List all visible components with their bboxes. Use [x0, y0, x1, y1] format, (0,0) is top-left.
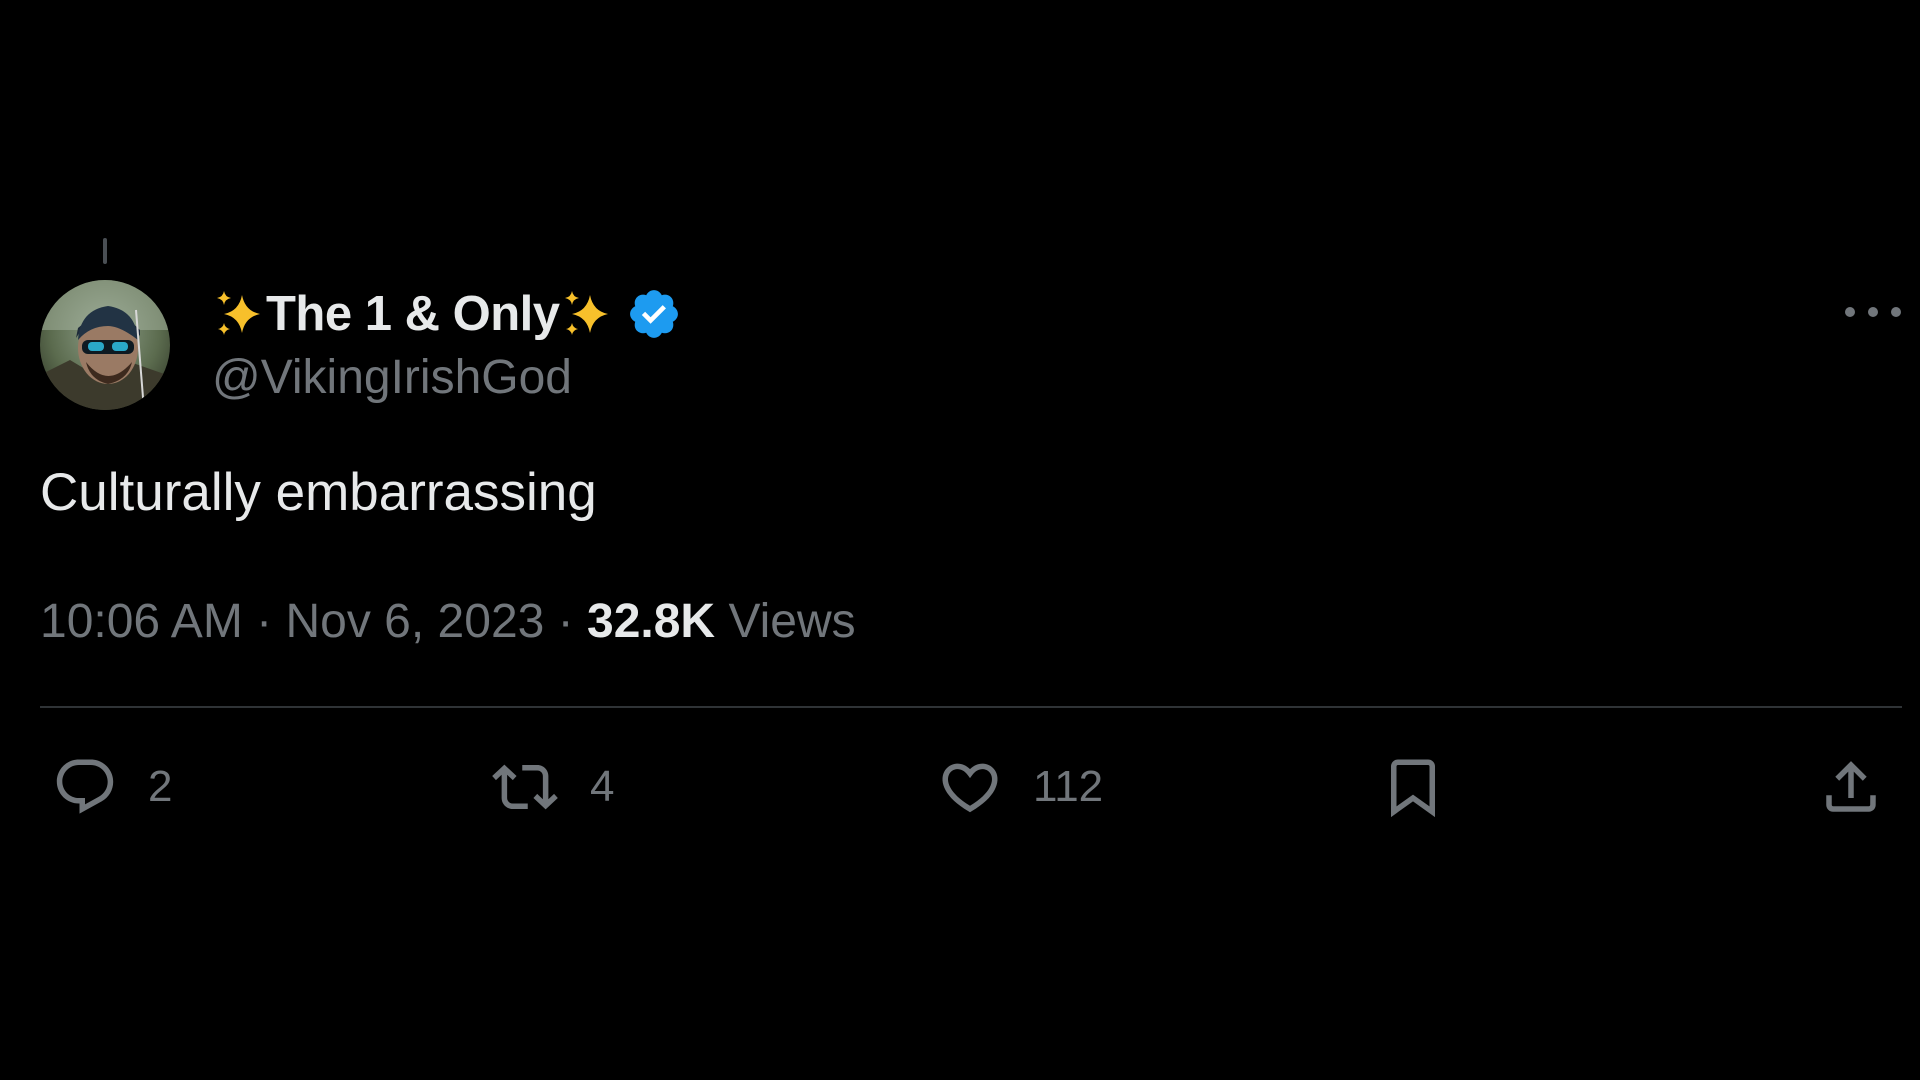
retweet-icon	[492, 764, 558, 810]
meta-separator: ·	[256, 595, 273, 648]
heart-icon	[942, 763, 998, 813]
tweet-detail-view: The 1 & Only @VikingIrishGod Culturally …	[0, 0, 1920, 1080]
avatar[interactable]	[40, 280, 170, 410]
meta-separator: ·	[557, 595, 574, 648]
share-button[interactable]	[1818, 750, 1884, 824]
tweet-date[interactable]: Nov 6, 2023	[285, 595, 544, 648]
display-name[interactable]: The 1 & Only	[266, 286, 560, 342]
bookmark-icon	[1391, 759, 1435, 818]
author-handle[interactable]: @VikingIrishGod	[212, 350, 572, 405]
views-count[interactable]: 32.8K	[587, 595, 715, 648]
retweet-count: 4	[590, 762, 615, 811]
views-label[interactable]: Views	[728, 595, 855, 648]
divider	[40, 706, 1902, 708]
reply-button[interactable]: 2	[52, 750, 172, 824]
share-icon	[1826, 761, 1876, 812]
more-icon-dot	[1845, 307, 1855, 317]
tweet-metadata: 10:06 AM · Nov 6, 2023 · 32.8K Views	[40, 594, 856, 649]
retweet-button[interactable]: 4	[490, 750, 614, 824]
tweet-text: Culturally embarrassing	[40, 463, 597, 522]
more-icon-dot	[1868, 307, 1878, 317]
verified-badge-icon	[629, 290, 678, 338]
bookmark-button[interactable]	[1380, 750, 1446, 824]
like-count: 112	[1033, 762, 1104, 811]
reply-icon	[56, 759, 114, 814]
reply-count: 2	[148, 762, 173, 811]
thread-connector-line	[103, 238, 107, 264]
like-button[interactable]: 112	[937, 750, 1103, 824]
sparkles-icon	[217, 291, 260, 335]
tweet-time[interactable]: 10:06 AM	[40, 595, 243, 648]
more-options-button[interactable]	[1845, 300, 1901, 324]
author-name-row[interactable]: The 1 & Only	[212, 284, 682, 344]
sparkles-icon	[564, 291, 608, 335]
more-icon-dot	[1891, 307, 1901, 317]
